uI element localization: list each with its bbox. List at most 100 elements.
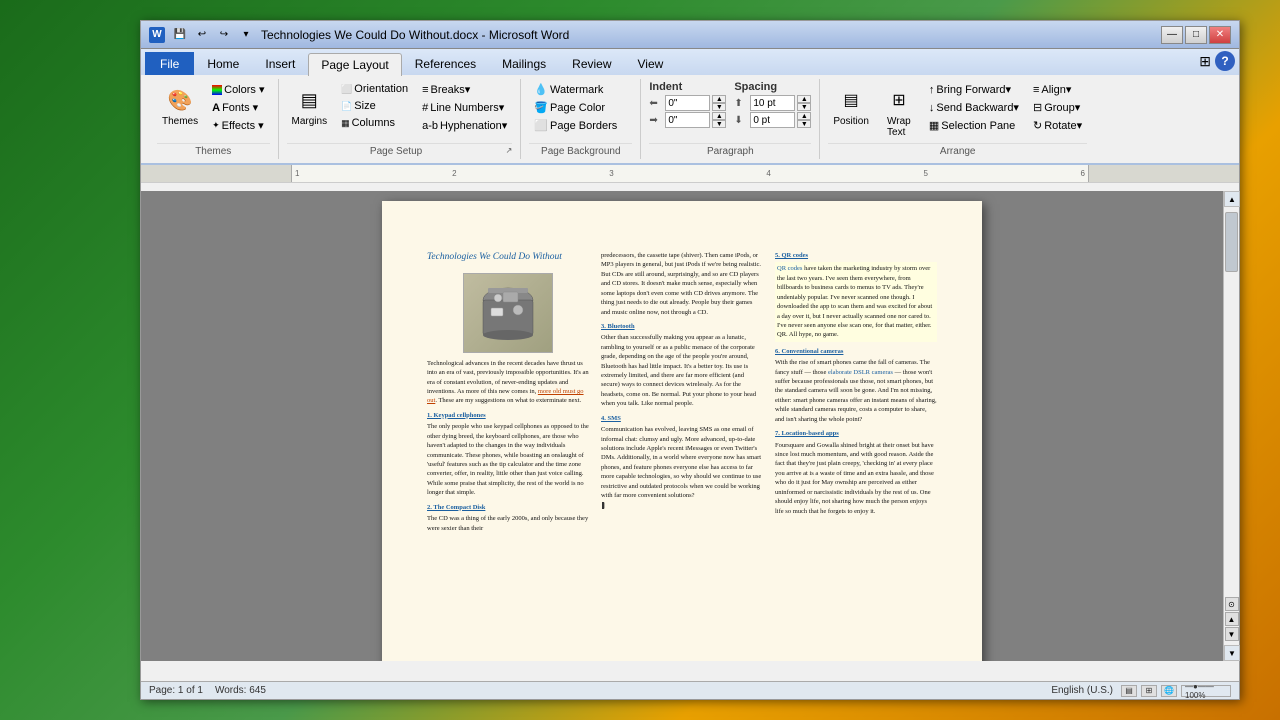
align-btn[interactable]: ≡ Align▾ — [1028, 81, 1087, 98]
close-btn[interactable]: ✕ — [1209, 26, 1231, 44]
spacing-after-up[interactable]: ▲ — [797, 112, 811, 120]
tab-references[interactable]: References — [402, 52, 489, 75]
spacing-before-label: ⬆ — [734, 98, 748, 109]
page-setup-expand-btn[interactable]: ↗ — [506, 146, 513, 155]
spacing-after-label: ⬇ — [734, 115, 748, 126]
bring-forward-icon: ↑ — [929, 84, 935, 96]
qa-dropdown-btn[interactable]: ▾ — [237, 26, 255, 44]
size-btn[interactable]: 📄 Size — [336, 98, 413, 114]
doc-title: Technologies We Could Do Without — [427, 251, 589, 265]
view-print-btn[interactable]: ▤ — [1121, 685, 1137, 697]
line-numbers-icon: # — [422, 102, 428, 114]
paragraph-content: Indent ⬅ 0" ▲ ▼ ➡ 0" — [649, 81, 811, 141]
wrap-text-btn[interactable]: ⊞ WrapText — [878, 81, 920, 141]
spacing-before-input[interactable]: 10 pt — [750, 95, 795, 111]
indent-right-down[interactable]: ▼ — [712, 120, 726, 128]
minimize-btn[interactable]: — — [1161, 26, 1183, 44]
indent-left-row: ⬅ 0" ▲ ▼ — [649, 95, 726, 111]
prev-page-btn[interactable]: ▲ — [1225, 612, 1239, 626]
title-bar: W 💾 ↩ ↪ ▾ Technologies We Could Do Witho… — [141, 21, 1239, 49]
spacing-before-down[interactable]: ▼ — [797, 103, 811, 111]
themes-sub-col: Colors ▾ A Fonts ▾ ✦ Effects ▾ — [207, 81, 269, 134]
document-area[interactable]: Technologies We Could Do Without — [141, 191, 1223, 661]
tab-mailings[interactable]: Mailings — [489, 52, 559, 75]
rotate-btn[interactable]: ↻ Rotate▾ — [1028, 117, 1087, 134]
tab-review[interactable]: Review — [559, 52, 624, 75]
position-btn[interactable]: ▤ Position — [828, 81, 874, 130]
fonts-btn[interactable]: A Fonts ▾ — [207, 99, 269, 116]
spacing-label: Spacing — [734, 81, 811, 93]
colors-btn[interactable]: Colors ▾ — [207, 81, 269, 98]
status-bar: Page: 1 of 1 Words: 645 English (U.S.) ▤… — [141, 681, 1239, 699]
breaks-btn[interactable]: ≡ Breaks▾ — [417, 81, 512, 98]
send-backward-btn[interactable]: ↓ Send Backward▾ — [924, 99, 1024, 116]
tab-insert[interactable]: Insert — [252, 52, 308, 75]
indent-left-label: ⬅ — [649, 98, 663, 109]
tab-page-layout[interactable]: Page Layout — [308, 53, 401, 76]
spacing-after-row: ⬇ 0 pt ▲ ▼ — [734, 112, 811, 128]
page-setup-col1: ⬜ Orientation 📄 Size ▦ Columns — [336, 81, 413, 131]
ruler: 123456 — [141, 165, 1239, 183]
vertical-scrollbar[interactable]: ▲ ▼ ⊙ ▲ ▼ — [1223, 191, 1239, 661]
indent-left-down[interactable]: ▼ — [712, 103, 726, 111]
help-btn[interactable]: ? — [1215, 51, 1235, 71]
doc-heading-6: 6. Conventional cameras — [775, 347, 937, 356]
doc-heading-4: 4. SMS — [601, 414, 763, 423]
page-color-btn[interactable]: 🪣 Page Color — [529, 99, 622, 116]
themes-btn[interactable]: 🎨 Themes — [157, 81, 203, 130]
undo-quick-btn[interactable]: ↩ — [193, 26, 211, 44]
doc-intro: Technological advances in the recent dec… — [427, 359, 589, 406]
hyphenation-btn[interactable]: a-b Hyphenation▾ — [417, 117, 512, 134]
spacing-before-up[interactable]: ▲ — [797, 95, 811, 103]
margins-btn[interactable]: ▤ Margins — [287, 81, 333, 130]
paragraph-label: Paragraph — [649, 143, 811, 157]
page-borders-btn[interactable]: ⬜ Page Borders — [529, 117, 622, 134]
indent-right-input[interactable]: 0" — [665, 112, 710, 128]
page-setup-label: Page Setup ↗ — [287, 143, 513, 157]
view-web-btn[interactable]: 🌐 — [1161, 685, 1177, 697]
ribbon-collapse-btn[interactable]: ⊞ — [1199, 53, 1211, 70]
effects-btn[interactable]: ✦ Effects ▾ — [207, 117, 269, 134]
scroll-up-btn[interactable]: ▲ — [1224, 191, 1240, 207]
indent-left-arrows: ▲ ▼ — [712, 95, 726, 111]
spacing-after-down[interactable]: ▼ — [797, 120, 811, 128]
rotate-icon: ↻ — [1033, 119, 1042, 132]
document-page[interactable]: Technologies We Could Do Without — [382, 201, 982, 661]
tab-home[interactable]: Home — [194, 52, 252, 75]
indent-right-up[interactable]: ▲ — [712, 112, 726, 120]
indent-left-input[interactable]: 0" — [665, 95, 710, 111]
themes-btn-label: Themes — [162, 116, 198, 127]
indent-spacing: Indent ⬅ 0" ▲ ▼ ➡ 0" — [649, 81, 811, 129]
tab-view[interactable]: View — [625, 52, 677, 75]
spacing-before-row: ⬆ 10 pt ▲ ▼ — [734, 95, 811, 111]
next-page-btn[interactable]: ▼ — [1225, 627, 1239, 641]
columns-btn[interactable]: ▦ Columns — [336, 115, 413, 131]
selection-pane-icon: ▦ — [929, 119, 939, 132]
save-quick-btn[interactable]: 💾 — [171, 26, 189, 44]
selection-pane-btn[interactable]: ▦ Selection Pane — [924, 117, 1024, 134]
zoom-slider[interactable]: —●—— 100% — [1181, 685, 1231, 697]
watermark-btn[interactable]: 💧 Watermark — [529, 81, 622, 98]
line-numbers-btn[interactable]: # Line Numbers▾ — [417, 99, 512, 116]
doc-image — [463, 273, 553, 353]
tab-file[interactable]: File — [145, 52, 194, 75]
spacing-col: Spacing ⬆ 10 pt ▲ ▼ ⬇ 0 pt — [734, 81, 811, 129]
maximize-btn[interactable]: □ — [1185, 26, 1207, 44]
group-btn[interactable]: ⊟ Group▾ — [1028, 99, 1087, 116]
indent-left-up[interactable]: ▲ — [712, 95, 726, 103]
scrollbar-track[interactable] — [1224, 207, 1239, 645]
page-bg-col: 💧 Watermark 🪣 Page Color ⬜ Page Borders — [529, 81, 622, 134]
arrange-col1: ↑ Bring Forward▾ ↓ Send Backward▾ ▦ Sele… — [924, 81, 1024, 134]
scrollbar-thumb[interactable] — [1225, 212, 1238, 272]
orientation-btn[interactable]: ⬜ Orientation — [336, 81, 413, 97]
doc-text-4: Communication has evolved, leaving SMS a… — [601, 425, 763, 500]
orientation-icon: ⬜ — [341, 84, 352, 95]
select-browse-btn[interactable]: ⊙ — [1225, 597, 1239, 611]
redo-quick-btn[interactable]: ↪ — [215, 26, 233, 44]
scroll-down-btn[interactable]: ▼ — [1224, 645, 1240, 661]
view-full-btn[interactable]: ⊞ — [1141, 685, 1157, 697]
group-icon: ⊟ — [1033, 101, 1042, 114]
bring-forward-btn[interactable]: ↑ Bring Forward▾ — [924, 81, 1024, 98]
spacing-after-input[interactable]: 0 pt — [750, 112, 795, 128]
spacing-before-arrows: ▲ ▼ — [797, 95, 811, 111]
